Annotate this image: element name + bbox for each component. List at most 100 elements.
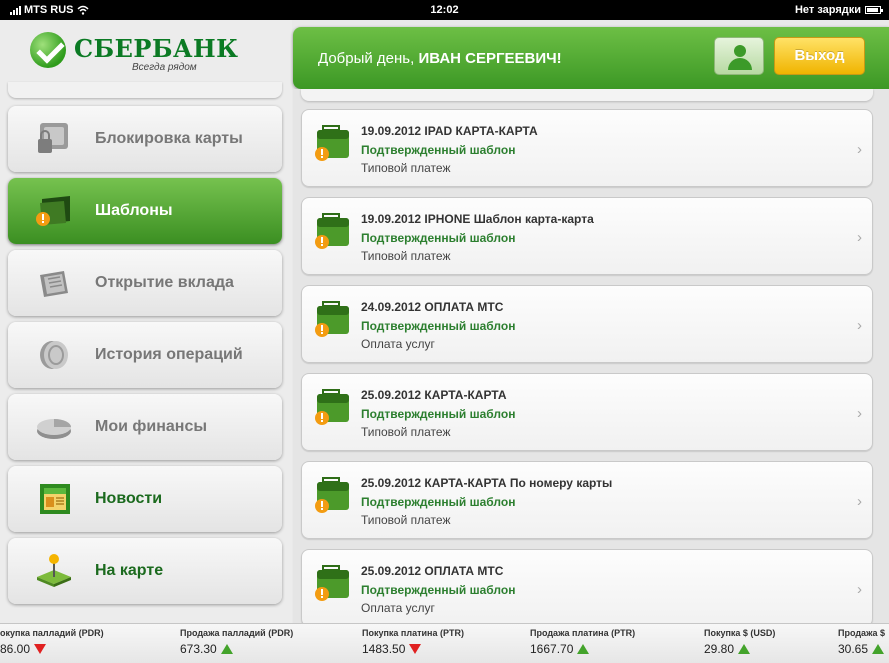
template-title: 19.09.2012 IPAD КАРТА-КАРТА	[361, 124, 538, 138]
rate-usd-sell: Продажа $ 30.65	[838, 628, 885, 656]
template-status: Подтвержденный шаблон	[361, 143, 516, 157]
battery-icon	[865, 6, 883, 14]
briefcase-warning-icon	[315, 301, 349, 337]
finance-pie-icon	[37, 419, 71, 439]
template-title: 19.09.2012 IPHONE Шаблон карта-карта	[361, 212, 594, 226]
map-pin-icon	[37, 554, 71, 587]
template-status: Подтвержденный шаблон	[361, 495, 516, 509]
template-title: 25.09.2012 КАРТА-КАРТА По номеру карты	[361, 476, 613, 490]
sidebar-item-my-finances[interactable]: Мои финансы	[8, 394, 282, 460]
rate-platinum-sell: Продажа платина (PTR) 1667.70	[530, 628, 635, 656]
chevron-right-icon: ›	[857, 405, 862, 422]
template-type: Типовой платеж	[361, 513, 451, 527]
template-status: Подтвержденный шаблон	[361, 319, 516, 333]
briefcase-warning-icon	[315, 213, 349, 249]
sidebar-item-history[interactable]: История операций	[8, 322, 282, 388]
chevron-right-icon: ›	[857, 581, 862, 598]
rate-name: Продажа платина (PTR)	[530, 628, 636, 638]
template-status: Подтвержденный шаблон	[361, 231, 516, 245]
template-title: 24.09.2012 ОПЛАТА МТС	[361, 300, 504, 314]
rate-palladium-sell: Продажа палладий (PDR) 673.30	[180, 628, 293, 656]
rate-palladium-buy: окупка палладий (PDR) 86.00	[0, 628, 104, 656]
template-type: Оплата услуг	[361, 337, 435, 351]
user-icon	[734, 45, 746, 57]
briefcase-warning-icon	[315, 389, 349, 425]
card-lock-icon	[38, 123, 68, 153]
folder-templates-icon	[36, 196, 70, 226]
template-status: Подтвержденный шаблон	[361, 407, 516, 421]
trend-up-icon	[577, 644, 590, 654]
sidebar: СБЕРБАНК Всегда рядом Блокировка карты Ш…	[0, 20, 292, 623]
template-type: Типовой платеж	[361, 249, 451, 263]
rate-name: Продажа палладий (PDR)	[180, 628, 294, 638]
chevron-right-icon: ›	[857, 317, 862, 334]
sidebar-item-label: Открытие вклада	[95, 274, 234, 291]
status-bar: MTS RUS 12:02 Нет зарядки	[0, 0, 889, 20]
sidebar-item-label: Мои финансы	[95, 418, 208, 435]
template-type: Типовой платеж	[361, 161, 451, 175]
sidebar-item-label: Блокировка карты	[95, 130, 243, 147]
trend-up-icon	[872, 644, 885, 654]
sidebar-item-card-block[interactable]: Блокировка карты	[8, 106, 282, 172]
sidebar-item-on-map[interactable]: На карте	[8, 538, 282, 604]
briefcase-warning-icon	[315, 477, 349, 513]
rate-value: 1667.70	[530, 642, 574, 656]
rate-name: Покупка платина (PTR)	[362, 628, 464, 638]
trend-down-icon	[34, 644, 47, 654]
sidebar-item-label: История операций	[95, 346, 243, 363]
template-title: 25.09.2012 ОПЛАТА МТС	[361, 564, 504, 578]
profile-button[interactable]	[714, 37, 764, 75]
history-icon	[40, 341, 68, 369]
clock: 12:02	[430, 4, 459, 16]
rate-name: Покупка $ (USD)	[704, 628, 776, 638]
greeting-text: Добрый день, ИВАН СЕРГЕЕВИЧ!	[318, 50, 562, 67]
sidebar-item-label: Шаблоны	[95, 202, 173, 219]
open-deposit-icon	[40, 271, 68, 297]
rates-ticker[interactable]: окупка палладий (PDR) 86.00 Продажа палл…	[0, 623, 889, 663]
greeting-header: Добрый день, ИВАН СЕРГЕЕВИЧ! Выход	[293, 27, 889, 89]
rate-platinum-buy: Покупка платина (PTR) 1483.50	[362, 628, 464, 656]
news-icon	[40, 484, 70, 514]
template-card[interactable]: 25.09.2012 КАРТА-КАРТА По номеру карты П…	[301, 461, 873, 539]
trend-up-icon	[220, 644, 233, 654]
sberbank-logo-icon	[30, 32, 66, 68]
template-type: Оплата услуг	[361, 601, 435, 615]
rate-value: 30.65	[838, 642, 869, 656]
sidebar-item-news[interactable]: Новости	[8, 466, 282, 532]
template-card[interactable]: 25.09.2012 КАРТА-КАРТА Подтвержденный ша…	[301, 373, 873, 451]
battery-status: Нет зарядки	[794, 4, 883, 16]
briefcase-warning-icon	[315, 565, 349, 601]
chevron-right-icon: ›	[857, 229, 862, 246]
template-type: Типовой платеж	[361, 425, 451, 439]
rate-name: Продажа $	[838, 628, 886, 638]
templates-list[interactable]: 19.09.2012 IPAD КАРТА-КАРТА Подтвержденн…	[293, 89, 889, 623]
chevron-right-icon: ›	[857, 493, 862, 510]
briefcase-warning-icon	[315, 125, 349, 161]
rate-value: 673.30	[180, 642, 217, 656]
brand-name: СБЕРБАНК	[74, 34, 239, 63]
rate-value: 1483.50	[362, 642, 406, 656]
rate-value: 29.80	[704, 642, 735, 656]
sidebar-item-templates[interactable]: Шаблоны	[8, 178, 282, 244]
sidebar-item-open-deposit[interactable]: Открытие вклада	[8, 250, 282, 316]
sidebar-scroll-edge	[8, 82, 282, 98]
template-card[interactable]: 25.09.2012 ОПЛАТА МТС Подтвержденный шаб…	[301, 549, 873, 623]
battery-text: Нет зарядки	[794, 4, 861, 16]
template-status: Подтвержденный шаблон	[361, 583, 516, 597]
rate-name: окупка палладий (PDR)	[0, 628, 104, 638]
template-card[interactable]: 24.09.2012 ОПЛАТА МТС Подтвержденный шаб…	[301, 285, 873, 363]
trend-up-icon	[738, 644, 751, 654]
exit-button[interactable]: Выход	[774, 37, 865, 75]
trend-down-icon	[409, 644, 422, 654]
rate-value: 86.00	[0, 642, 31, 656]
template-title: 25.09.2012 КАРТА-КАРТА	[361, 388, 507, 402]
template-card[interactable]: 19.09.2012 IPHONE Шаблон карта-карта Под…	[301, 197, 873, 275]
user-icon-body	[728, 58, 752, 70]
greeting-prefix: Добрый день,	[318, 50, 415, 67]
chevron-right-icon: ›	[857, 141, 862, 158]
user-name: ИВАН СЕРГЕЕВИЧ!	[418, 50, 562, 67]
template-card[interactable]: 19.09.2012 IPAD КАРТА-КАРТА Подтвержденн…	[301, 109, 873, 187]
list-scroll-edge	[301, 89, 873, 101]
sidebar-item-label: На карте	[95, 562, 164, 579]
sidebar-item-label: Новости	[95, 490, 163, 507]
